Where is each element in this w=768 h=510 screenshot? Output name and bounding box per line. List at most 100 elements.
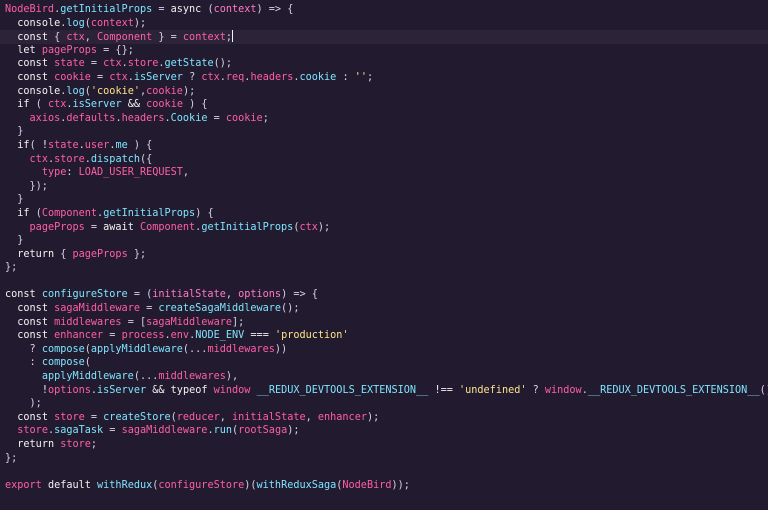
code-line[interactable]: console.log('cookie',cookie); xyxy=(0,85,768,99)
code-line[interactable]: return { pageProps }; xyxy=(0,248,768,262)
code-token: if xyxy=(17,99,30,111)
code-token: !== xyxy=(434,384,453,396)
code-token: = xyxy=(152,4,171,15)
code-token: initialState xyxy=(232,411,306,423)
code-token: sagaMiddleware xyxy=(54,303,140,315)
code-token: (); xyxy=(281,303,300,315)
code-line[interactable]: ? compose(applyMiddleware(...middlewares… xyxy=(0,343,768,357)
code-token: withReduxSaga xyxy=(256,479,337,491)
code-line[interactable]: NodeBird.getInitialProps = async (contex… xyxy=(0,3,768,17)
code-token: export xyxy=(5,479,42,491)
code-token: return xyxy=(17,439,55,450)
code-token: = {}; xyxy=(97,44,134,56)
code-line[interactable]: export default withRedux(configureStore)… xyxy=(0,479,768,493)
code-token: const xyxy=(5,289,36,301)
code-line[interactable]: const configureStore = (initialState, op… xyxy=(0,288,768,302)
code-token: const xyxy=(17,71,48,83)
code-token: compose xyxy=(41,343,85,355)
code-token: ? xyxy=(526,384,545,396)
code-token: ctx xyxy=(109,71,128,83)
code-token: , xyxy=(305,411,318,423)
code-line[interactable]: } xyxy=(0,193,768,207)
code-token: async xyxy=(170,4,202,15)
code-line[interactable]: const store = createStore(reducer, initi… xyxy=(0,411,768,425)
code-token: ]; xyxy=(231,316,245,328)
code-line[interactable]: store.sagaTask = sagaMiddleware.run(root… xyxy=(0,424,768,438)
code-line[interactable]: } xyxy=(0,234,768,248)
code-token: middlewares xyxy=(54,316,122,328)
code-token: dispatch xyxy=(90,153,140,165)
code-token: 'production' xyxy=(274,330,349,342)
code-line[interactable]: applyMiddleware(...middlewares), xyxy=(0,370,768,384)
code-token: cookie xyxy=(299,71,337,83)
code-line[interactable]: const middlewares = [sagaMiddleware]; xyxy=(0,316,768,330)
code-line[interactable] xyxy=(0,465,768,479)
code-token: } = xyxy=(152,32,183,44)
code-token: { xyxy=(54,248,73,260)
code-token: , xyxy=(84,32,98,44)
code-token: default xyxy=(47,479,91,491)
code-token: const xyxy=(17,330,48,342)
code-token: )) xyxy=(274,343,288,355)
code-line[interactable]: }; xyxy=(0,261,768,275)
code-token: getInitialProps xyxy=(103,207,196,219)
code-token: Component xyxy=(41,207,98,219)
code-token: options xyxy=(47,384,91,396)
code-line[interactable] xyxy=(0,275,768,289)
code-line[interactable]: console.log(context); xyxy=(0,17,768,31)
code-line[interactable]: const enhancer = process.env.NODE_ENV ==… xyxy=(0,329,768,343)
code-line[interactable]: if( !state.user.me ) { xyxy=(0,139,768,153)
code-token: configureStore xyxy=(158,479,245,491)
code-token: if xyxy=(17,139,30,151)
code-token: axios xyxy=(29,112,61,124)
code-token: store xyxy=(17,425,48,437)
code-token: typeof xyxy=(170,384,208,396)
code-line[interactable]: }); xyxy=(0,180,768,194)
code-token: getInitialProps xyxy=(60,4,153,15)
code-token: LOAD_USER_REQUEST xyxy=(78,167,183,179)
code-line[interactable]: const cookie = ctx.isServer ? ctx.req.he… xyxy=(0,71,768,85)
code-token: cookie xyxy=(146,85,183,97)
code-editor[interactable]: NodeBird.getInitialProps = async (contex… xyxy=(0,0,768,510)
code-line[interactable]: let pageProps = {}; xyxy=(0,44,768,58)
code-line[interactable]: if ( ctx.isServer && cookie ) { xyxy=(0,98,768,112)
code-token: pageProps xyxy=(41,44,98,56)
code-token: state xyxy=(54,58,85,70)
code-line[interactable]: pageProps = await Component.getInitialPr… xyxy=(0,221,768,235)
code-line[interactable]: type: LOAD_USER_REQUEST, xyxy=(0,166,768,180)
code-line[interactable]: : compose( xyxy=(0,356,768,370)
code-token: ) { xyxy=(182,99,208,111)
code-line[interactable]: } xyxy=(0,125,768,139)
code-line[interactable]: if (Component.getInitialProps) { xyxy=(0,207,768,221)
code-token: () : xyxy=(759,384,768,396)
code-token: middlewares xyxy=(207,343,275,355)
code-token: : xyxy=(336,71,355,83)
code-token: (... xyxy=(133,371,159,383)
code-token: __REDUX_DEVTOOLS_EXTENSION__ xyxy=(256,384,429,396)
code-token: (... xyxy=(182,343,208,355)
code-line[interactable]: axios.defaults.headers.Cookie = cookie; xyxy=(0,112,768,126)
code-line[interactable]: const sagaMiddleware = createSagaMiddlew… xyxy=(0,302,768,316)
code-line[interactable]: const { ctx, Component } = context; xyxy=(0,30,768,44)
code-token: cookie xyxy=(225,112,263,124)
code-token: isServer xyxy=(97,384,147,396)
code-line[interactable]: return store; xyxy=(0,438,768,452)
code-token: me xyxy=(115,139,128,151)
code-token: ( xyxy=(29,99,48,111)
code-token: : xyxy=(66,167,79,179)
code-line[interactable]: const state = ctx.store.getState(); xyxy=(0,57,768,71)
code-line[interactable]: ctx.store.dispatch({ xyxy=(0,153,768,167)
code-line[interactable]: }; xyxy=(0,452,768,466)
code-line[interactable]: !options.isServer && typeof window __RED… xyxy=(0,384,768,398)
code-token: NodeBird xyxy=(5,4,55,15)
code-line[interactable]: ); xyxy=(0,397,768,411)
code-token: = ( xyxy=(127,289,153,301)
code-token: const xyxy=(17,303,48,315)
code-token: const xyxy=(17,411,48,423)
code-token: ; xyxy=(90,439,98,450)
